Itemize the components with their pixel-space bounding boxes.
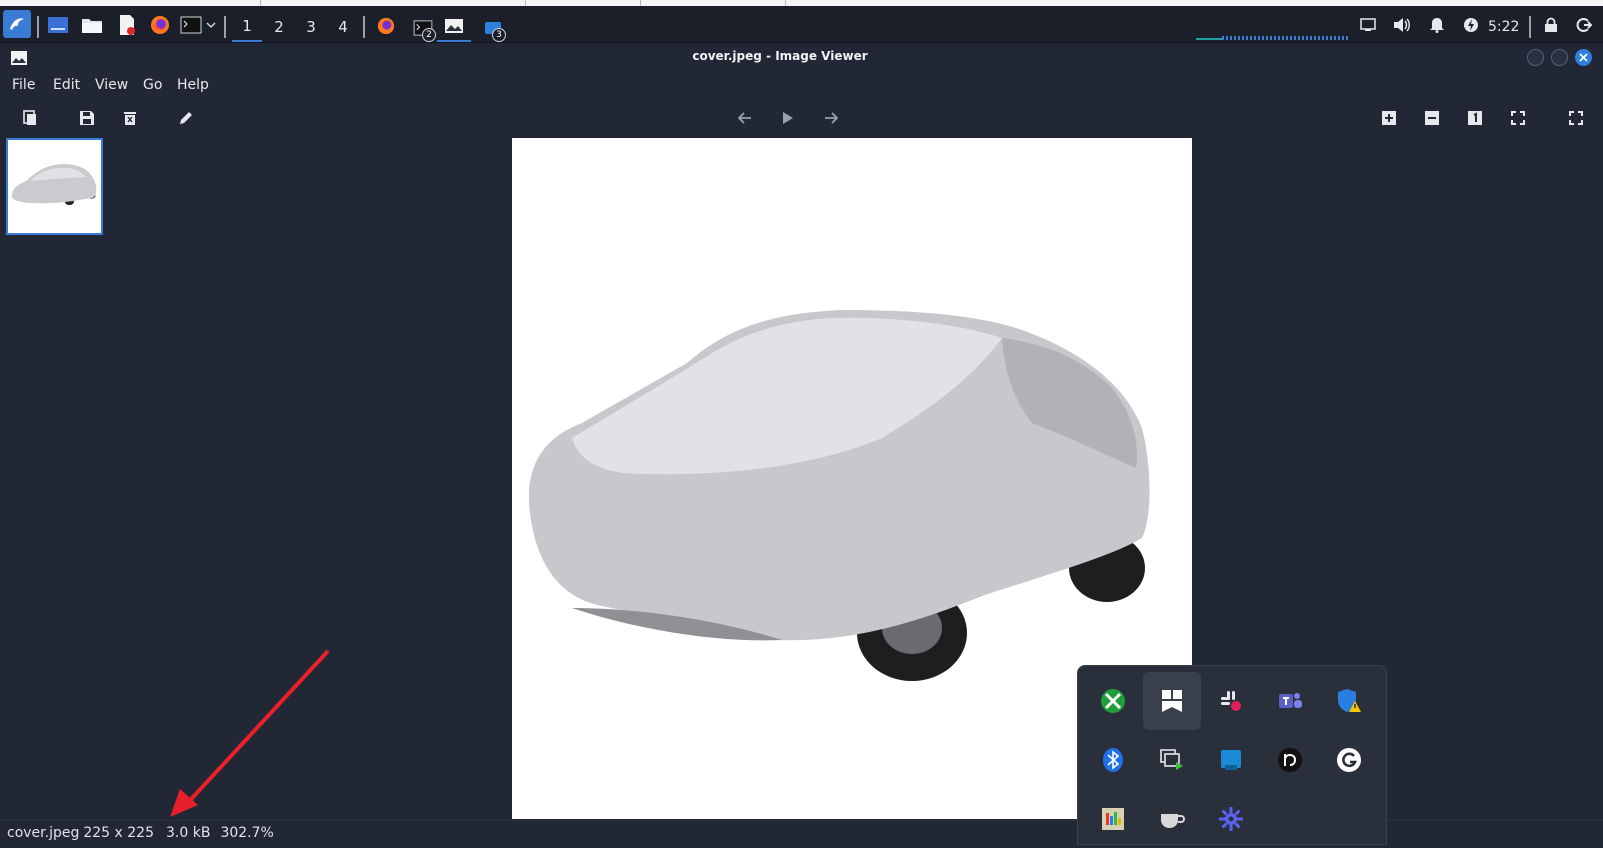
color-app-icon[interactable] — [1084, 790, 1142, 848]
file-manager-icon[interactable] — [81, 15, 103, 35]
edit-pencil-button[interactable] — [176, 108, 196, 128]
chevron-down-icon[interactable] — [204, 18, 218, 32]
menu-view[interactable]: View — [95, 77, 128, 93]
thumbnail-cover[interactable] — [6, 138, 103, 235]
volume-icon[interactable] — [1392, 15, 1412, 35]
maximize-button[interactable] — [1551, 49, 1568, 66]
system-tray-overflow-panel — [1077, 665, 1387, 845]
gear-app-icon[interactable] — [1202, 790, 1260, 848]
image-viewer-window-icon[interactable] — [437, 12, 471, 42]
firefox-icon[interactable] — [149, 14, 171, 36]
taskbar-separator — [37, 16, 39, 38]
grammarly-icon[interactable] — [1320, 731, 1378, 789]
bookmark-app-icon[interactable] — [1143, 672, 1201, 730]
xbox-icon[interactable] — [1084, 672, 1142, 730]
bluetooth-icon[interactable] — [1084, 731, 1142, 789]
window-title: cover.jpeg - Image Viewer — [692, 49, 868, 63]
status-filesize: 3.0 kB — [166, 825, 211, 841]
taskbar-separator — [224, 16, 226, 38]
terminal-window-count: 2 — [422, 28, 436, 42]
window-titlebar[interactable]: cover.jpeg - Image Viewer — [0, 43, 1603, 71]
kali-dragon-icon[interactable] — [3, 10, 31, 38]
terminal-window-icon[interactable]: 2 — [410, 15, 436, 42]
taskbar: 1 2 3 4 2 3 5:22 — [0, 6, 1603, 43]
app-window-icon[interactable]: 3 — [480, 15, 506, 42]
slack-icon[interactable] — [1202, 672, 1260, 730]
beats-icon[interactable] — [1261, 731, 1319, 789]
menu-help[interactable]: Help — [177, 77, 209, 93]
play-slideshow-button[interactable] — [778, 108, 798, 128]
previous-image-button[interactable] — [735, 108, 755, 128]
taskbar-separator — [363, 16, 365, 38]
fullscreen-button[interactable] — [1566, 108, 1586, 128]
activity-graph — [1196, 38, 1222, 40]
network-graph — [1222, 36, 1348, 40]
save-copy-button[interactable] — [77, 108, 97, 128]
status-zoom: 302.7% — [220, 825, 274, 841]
taskbar-separator — [1529, 16, 1531, 38]
power-manager-icon[interactable] — [1461, 15, 1481, 35]
open-file-button[interactable] — [20, 108, 40, 128]
workspace-3[interactable]: 3 — [296, 12, 326, 42]
text-editor-icon[interactable] — [116, 14, 138, 36]
teams-icon[interactable] — [1261, 672, 1319, 730]
app-window-count: 3 — [492, 28, 506, 42]
annotation-arrow — [170, 649, 330, 817]
cup-icon[interactable] — [1143, 790, 1201, 848]
status-text: cover.jpeg 225 x 225 3.0 kB 302.7% — [7, 825, 284, 841]
notifications-bell-icon[interactable] — [1427, 15, 1447, 35]
lock-icon[interactable] — [1541, 15, 1561, 35]
delete-button[interactable] — [120, 108, 140, 128]
terminal-icon[interactable] — [180, 14, 202, 36]
zoom-in-button[interactable] — [1379, 108, 1399, 128]
status-filename: cover.jpeg — [7, 825, 80, 841]
clock[interactable]: 5:22 — [1488, 19, 1519, 35]
display-capture-icon[interactable] — [1143, 731, 1201, 789]
zoom-100-button[interactable] — [1465, 108, 1485, 128]
workspace-1[interactable]: 1 — [232, 12, 262, 42]
firefox-window-icon[interactable] — [375, 15, 397, 37]
close-button[interactable] — [1575, 49, 1592, 66]
zoom-fit-button[interactable] — [1508, 108, 1528, 128]
minimize-button[interactable] — [1527, 49, 1544, 66]
workspace-4[interactable]: 4 — [328, 12, 358, 42]
next-image-button[interactable] — [821, 108, 841, 128]
menu-go[interactable]: Go — [143, 77, 162, 93]
status-dimensions: 225 x 225 — [83, 825, 154, 841]
show-desktop-icon[interactable] — [47, 15, 69, 35]
menu-edit[interactable]: Edit — [53, 77, 80, 93]
blue-app-icon[interactable] — [1202, 731, 1260, 789]
workspace-2[interactable]: 2 — [264, 12, 294, 42]
defender-warning-icon[interactable] — [1320, 672, 1378, 730]
menu-file[interactable]: File — [12, 77, 35, 93]
display-icon[interactable] — [1358, 15, 1378, 35]
zoom-out-button[interactable] — [1422, 108, 1442, 128]
logout-icon[interactable] — [1574, 15, 1594, 35]
